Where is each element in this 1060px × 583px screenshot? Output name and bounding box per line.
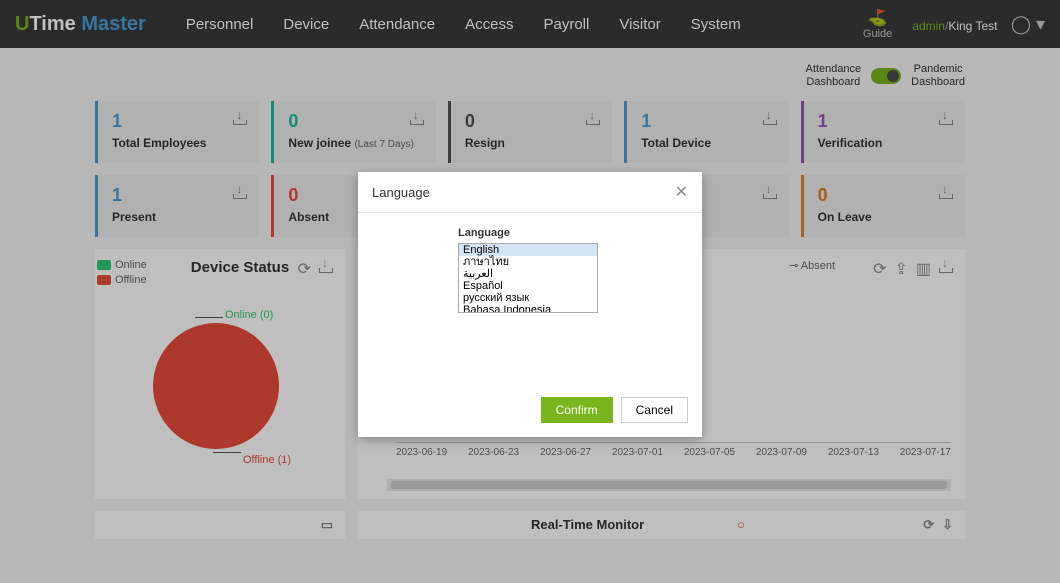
language-option[interactable]: русский язык bbox=[459, 292, 597, 304]
language-field-label: Language bbox=[458, 227, 602, 239]
close-icon[interactable]: ✕ bbox=[675, 182, 688, 202]
cancel-button[interactable]: Cancel bbox=[621, 397, 688, 423]
modal-header: Language ✕ bbox=[358, 172, 702, 213]
language-option[interactable]: العربية bbox=[459, 268, 597, 280]
modal-overlay[interactable]: Language ✕ Language Englishภาษาไทยالعربي… bbox=[0, 0, 1060, 583]
language-select[interactable]: EnglishภาษาไทยالعربيةEspañolрусский язык… bbox=[458, 243, 598, 313]
modal-body: Language EnglishภาษาไทยالعربيةEspañolрус… bbox=[358, 213, 702, 327]
language-option[interactable]: English bbox=[459, 244, 597, 256]
language-option[interactable]: Español bbox=[459, 280, 597, 292]
modal-title: Language bbox=[372, 185, 430, 200]
confirm-button[interactable]: Confirm bbox=[541, 397, 613, 423]
language-modal: Language ✕ Language Englishภาษาไทยالعربي… bbox=[358, 172, 702, 437]
language-option[interactable]: ภาษาไทย bbox=[459, 256, 597, 268]
language-option[interactable]: Bahasa Indonesia bbox=[459, 304, 597, 313]
modal-footer: Confirm Cancel bbox=[358, 387, 702, 437]
